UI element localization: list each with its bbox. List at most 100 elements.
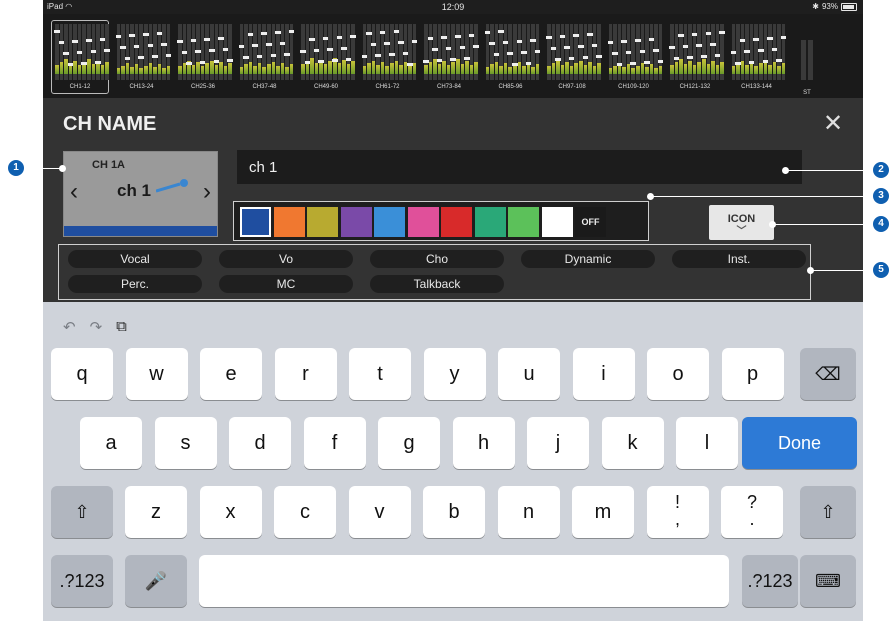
space-key[interactable]: [199, 555, 729, 607]
key-v[interactable]: v: [348, 486, 411, 538]
color-swatch[interactable]: [508, 207, 539, 237]
color-swatch[interactable]: [240, 207, 271, 237]
meter-bar: [568, 24, 575, 80]
meter-group-ch13-24[interactable]: CH13-24: [113, 20, 172, 94]
meter-group-ch25-36[interactable]: CH25-36: [174, 20, 233, 94]
preset-cho[interactable]: Cho: [370, 250, 504, 268]
key-w[interactable]: w: [125, 348, 188, 400]
meter-bars: [669, 24, 725, 80]
meter-group-ch49-60[interactable]: CH49-60: [297, 20, 356, 94]
microphone-icon[interactable]: 🎤: [125, 555, 187, 607]
key-m[interactable]: m: [572, 486, 634, 538]
meter-group-ch85-96[interactable]: CH85-96: [482, 20, 541, 94]
meter-group-ch37-48[interactable]: CH37-48: [236, 20, 295, 94]
color-swatch[interactable]: [307, 207, 338, 237]
meter-level: [399, 65, 403, 74]
meter-strip: CH1-12 CH13-24 CH25-36 CH37-48 CH49-60 CH61-7…: [43, 14, 863, 98]
key-b[interactable]: b: [423, 486, 485, 538]
key-y[interactable]: y: [423, 348, 486, 400]
close-icon[interactable]: ✕: [821, 112, 845, 136]
channel-id: CH 1A: [92, 159, 126, 171]
annotation-line: [810, 270, 873, 271]
meter-level: [328, 61, 333, 74]
redo-icon[interactable]: ↷: [90, 318, 103, 336]
meter-group-ch61-72[interactable]: CH61-72: [359, 20, 418, 94]
preset-inst[interactable]: Inst.: [672, 250, 806, 268]
preset-perc[interactable]: Perc.: [68, 275, 202, 293]
meter-level: [371, 60, 376, 74]
meter-group-ch133-144[interactable]: CH133-144: [728, 20, 787, 94]
key-p[interactable]: p: [721, 348, 784, 400]
paste-icon[interactable]: ⧉: [116, 318, 127, 336]
key-z[interactable]: z: [125, 486, 187, 538]
stereo-meter[interactable]: ST: [795, 34, 819, 96]
meter-group-ch121-132[interactable]: CH121-132: [666, 20, 725, 94]
meter-level: [456, 59, 460, 74]
key-c[interactable]: c: [274, 486, 336, 538]
preset-talkback[interactable]: Talkback: [370, 275, 504, 293]
key-u[interactable]: u: [498, 348, 560, 400]
meter-bar: [678, 24, 684, 80]
keyboard-dismiss-icon[interactable]: ⌨: [800, 555, 856, 607]
meter-bar: [350, 24, 356, 80]
key-t[interactable]: t: [349, 348, 411, 400]
meter-level: [451, 62, 456, 74]
undo-icon[interactable]: ↶: [63, 318, 76, 336]
color-swatch[interactable]: [374, 207, 405, 237]
meter-bar: [218, 24, 224, 80]
color-swatch[interactable]: [340, 207, 372, 237]
color-swatch[interactable]: [273, 207, 305, 237]
color-off-swatch[interactable]: OFF: [575, 207, 606, 237]
key-l[interactable]: l: [676, 417, 738, 469]
key-f[interactable]: f: [303, 417, 366, 469]
meter-group-ch97-108[interactable]: CH97-108: [543, 20, 602, 94]
meter-level: [280, 63, 285, 74]
meter-bar: [748, 24, 755, 80]
key-k[interactable]: k: [601, 417, 664, 469]
key-j[interactable]: j: [527, 417, 589, 469]
shift-left-key[interactable]: ⇧: [51, 486, 113, 538]
meter-level: [442, 61, 446, 74]
numbers-key-right[interactable]: .?123: [742, 555, 798, 607]
numbers-key-left[interactable]: .?123: [51, 555, 113, 607]
key-e[interactable]: e: [200, 348, 262, 400]
meter-bar: [120, 24, 126, 80]
next-channel-icon[interactable]: ›: [203, 178, 211, 206]
color-swatch[interactable]: [474, 207, 506, 237]
key-g[interactable]: g: [378, 417, 440, 469]
meter-level: [754, 66, 758, 74]
backspace-key[interactable]: ⌫: [800, 348, 856, 400]
icon-button[interactable]: ICON ﹀: [709, 205, 774, 240]
key-a[interactable]: a: [80, 417, 142, 469]
fader-knob: [411, 40, 418, 43]
key-d[interactable]: d: [229, 417, 291, 469]
key-o[interactable]: o: [647, 348, 709, 400]
channel-name-input[interactable]: [237, 150, 802, 184]
key-exclaim-comma[interactable]: !,: [646, 486, 709, 538]
shift-right-key[interactable]: ⇧: [800, 486, 856, 538]
key-s[interactable]: s: [154, 417, 217, 469]
color-swatch[interactable]: [441, 207, 472, 237]
meter-group-ch1-12[interactable]: CH1-12: [51, 20, 110, 94]
preset-vo[interactable]: Vo: [219, 250, 353, 268]
key-question-period[interactable]: ?.: [721, 486, 783, 538]
meter-level: [645, 67, 649, 74]
preset-dynamic[interactable]: Dynamic: [521, 250, 655, 268]
preset-mc[interactable]: MC: [219, 275, 353, 293]
color-swatch[interactable]: [407, 207, 439, 237]
key-r[interactable]: r: [274, 348, 337, 400]
key-n[interactable]: n: [497, 486, 560, 538]
prev-channel-icon[interactable]: ‹: [70, 178, 78, 206]
key-x[interactable]: x: [199, 486, 262, 538]
ch-name-panel: CH NAME ✕ CH 1A ‹ ch 1 › OFF ICON ﹀ Voca…: [43, 98, 863, 302]
preset-vocal[interactable]: Vocal: [68, 250, 202, 268]
done-key[interactable]: Done: [742, 417, 857, 469]
key-h[interactable]: h: [452, 417, 515, 469]
annotation-dot: [647, 193, 654, 200]
color-swatch[interactable]: [541, 207, 573, 237]
meter-group-ch109-120[interactable]: CH109-120: [605, 20, 664, 94]
key-i[interactable]: i: [572, 348, 635, 400]
battery-icon: [841, 2, 857, 11]
key-q[interactable]: q: [51, 348, 113, 400]
meter-group-ch73-84[interactable]: CH73-84: [420, 20, 479, 94]
